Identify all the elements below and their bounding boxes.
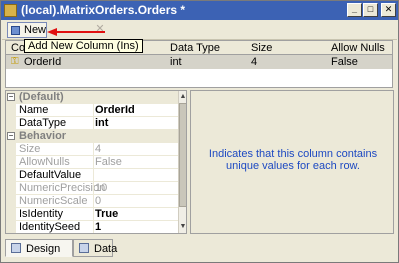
property-value[interactable]: 4 — [95, 143, 101, 155]
property-value[interactable]: OrderId — [95, 104, 135, 116]
property-row[interactable]: NumericPrecision 10 — [6, 182, 178, 195]
collapse-icon[interactable]: − — [7, 132, 15, 140]
data-icon — [79, 243, 89, 253]
tab-data-label: Data — [94, 243, 118, 255]
new-column-icon — [11, 26, 20, 35]
tab-data[interactable]: Data — [73, 239, 117, 257]
row-gutter — [6, 169, 16, 182]
row-gutter — [6, 143, 16, 156]
property-scrollbar[interactable]: ▲ ▼ — [178, 91, 186, 233]
property-row[interactable]: Name OrderId — [6, 104, 178, 117]
close-button[interactable]: ✕ — [381, 3, 396, 17]
property-name: DefaultValue — [19, 169, 82, 181]
view-tabs: Design Data — [5, 239, 395, 259]
primary-key-icon: ⚿ — [11, 56, 19, 67]
property-value[interactable]: int — [95, 117, 108, 129]
property-value[interactable]: False — [95, 156, 122, 168]
category-label: Behavior — [19, 130, 67, 142]
red-arrow-annotation — [47, 28, 105, 36]
property-category[interactable]: − Behavior — [6, 130, 178, 143]
cell-size[interactable]: 4 — [251, 56, 257, 68]
property-name: IdentitySeed — [19, 221, 81, 233]
column-header-allow-nulls[interactable]: Allow Nulls — [331, 42, 385, 54]
new-column-label: New — [24, 24, 47, 36]
new-column-tooltip: Add New Column (Ins) — [24, 39, 143, 53]
cell-allow-nulls[interactable]: False — [331, 56, 358, 68]
scroll-thumb[interactable] — [179, 103, 186, 207]
property-row[interactable]: IsIdentity True — [6, 208, 178, 221]
table-row[interactable]: ⚿ OrderId int 4 False — [6, 55, 392, 69]
new-column-button[interactable]: New — [7, 22, 47, 38]
table-designer-icon — [4, 4, 17, 17]
minimize-button[interactable]: _ — [347, 3, 362, 17]
row-gutter — [6, 156, 16, 169]
collapse-icon[interactable]: − — [7, 93, 15, 101]
property-row[interactable]: IdentitySeed 1 — [6, 221, 178, 233]
property-row[interactable]: NumericScale 0 — [6, 195, 178, 208]
row-gutter — [6, 208, 16, 221]
property-name: DataType — [19, 117, 67, 129]
property-value[interactable]: 1 — [95, 221, 101, 233]
property-value[interactable]: 10 — [95, 182, 107, 194]
row-gutter — [6, 117, 16, 130]
property-grid: IsRowGuidFalseIdentityIncrement1Identity… — [5, 90, 187, 234]
property-divider[interactable] — [93, 91, 94, 233]
property-name: Size — [19, 143, 41, 155]
property-row[interactable]: Size 4 — [6, 143, 178, 156]
description-panel: Indicates that this column contains uniq… — [190, 90, 394, 234]
property-row[interactable]: AllowNulls False — [6, 156, 178, 169]
column-header-size[interactable]: Size — [251, 42, 272, 54]
tab-design-label: Design — [26, 243, 61, 255]
property-value[interactable]: 0 — [95, 195, 101, 207]
property-name: AllowNulls — [19, 156, 70, 168]
row-gutter — [6, 104, 16, 117]
property-row[interactable]: DataType int — [6, 117, 178, 130]
cell-column[interactable]: OrderId — [24, 56, 61, 68]
property-row[interactable]: DefaultValue — [6, 169, 178, 182]
scroll-up-icon[interactable]: ▲ — [179, 92, 186, 101]
window-title: (local).MatrixOrders.Orders * — [21, 3, 186, 17]
property-description: Indicates that this column contains uniq… — [208, 148, 378, 172]
title-bar[interactable]: (local).MatrixOrders.Orders * _ □ ✕ — [1, 1, 398, 20]
row-gutter — [6, 182, 16, 195]
design-icon — [11, 243, 21, 253]
row-gutter — [6, 221, 16, 233]
cell-data-type[interactable]: int — [170, 56, 182, 68]
property-category[interactable]: − (Default) — [6, 91, 178, 104]
row-gutter — [6, 195, 16, 208]
designer-window: (local).MatrixOrders.Orders * _ □ ✕ New … — [0, 0, 399, 263]
maximize-button[interactable]: □ — [363, 3, 378, 17]
property-name: NumericScale — [19, 195, 88, 207]
tab-design[interactable]: Design — [5, 239, 73, 257]
column-header-data-type[interactable]: Data Type — [170, 42, 220, 54]
scroll-down-icon[interactable]: ▼ — [179, 222, 186, 231]
category-label: (Default) — [19, 91, 64, 103]
property-name: Name — [19, 104, 49, 116]
property-name: IsIdentity — [19, 208, 64, 220]
property-value[interactable]: True — [95, 208, 118, 220]
